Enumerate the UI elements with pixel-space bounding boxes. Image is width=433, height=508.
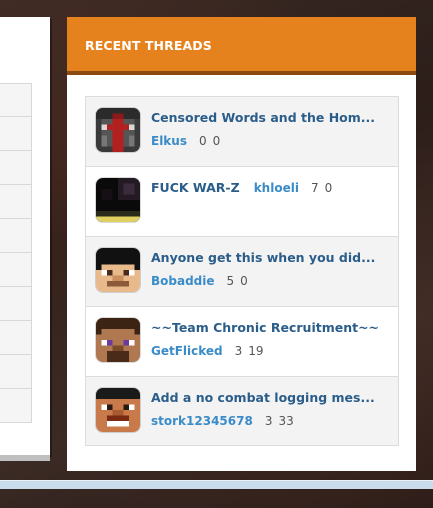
reply-count: 3 [264, 414, 273, 428]
avatar[interactable] [96, 388, 140, 432]
widget-title: RECENT THREADS [85, 38, 212, 53]
author-link[interactable]: khloeli [254, 181, 299, 195]
thread-meta: stork12345678 3 33 [151, 414, 294, 428]
thread-meta: FUCK WAR-Z khloeli 7 0 [151, 180, 332, 195]
reply-count: 7 [310, 181, 319, 195]
panel-footer [0, 455, 50, 461]
avatar[interactable] [96, 178, 140, 222]
content-row[interactable] [0, 287, 32, 321]
thread-title-link[interactable]: Anyone get this when you did... [151, 250, 375, 265]
avatar[interactable] [96, 318, 140, 362]
thread-item: FUCK WAR-Z khloeli 7 0 [86, 167, 398, 237]
content-row[interactable] [0, 117, 32, 151]
main-content-panel [0, 17, 50, 455]
thread-title-link[interactable]: Censored Words and the Hom... [151, 110, 375, 125]
content-row[interactable] [0, 389, 32, 423]
widget-header: RECENT THREADS [67, 17, 416, 75]
thread-title-link[interactable]: ~~Team Chronic Recruitment~~ [151, 320, 379, 335]
view-count: 19 [248, 344, 264, 358]
content-row[interactable] [0, 321, 32, 355]
recent-threads-widget: RECENT THREADS Censored Words and the Ho… [67, 17, 416, 471]
author-link[interactable]: stork12345678 [151, 414, 253, 428]
content-rows [0, 83, 32, 423]
content-row[interactable] [0, 83, 32, 117]
content-row[interactable] [0, 355, 32, 389]
thread-title-link[interactable]: FUCK WAR-Z [151, 180, 240, 195]
reply-count: 0 [198, 134, 207, 148]
avatar-image [96, 248, 140, 292]
content-row[interactable] [0, 253, 32, 287]
footer-strip [0, 480, 433, 489]
thread-title-link[interactable]: Add a no combat logging mes... [151, 390, 375, 405]
avatar[interactable] [96, 108, 140, 152]
content-row[interactable] [0, 151, 32, 185]
author-link[interactable]: Bobaddie [151, 274, 215, 288]
avatar-image [96, 318, 140, 362]
thread-list: Censored Words and the Hom... Elkus 0 0 FU… [85, 96, 399, 446]
thread-meta: Elkus 0 0 [151, 134, 220, 148]
thread-item: Add a no combat logging mes... stork1234… [86, 377, 398, 445]
content-row[interactable] [0, 219, 32, 253]
author-link[interactable]: GetFlicked [151, 344, 223, 358]
view-count: 0 [212, 134, 221, 148]
avatar-image [96, 178, 140, 222]
thread-item: Censored Words and the Hom... Elkus 0 0 [86, 97, 398, 167]
thread-meta: Bobaddie 5 0 [151, 274, 248, 288]
content-row[interactable] [0, 185, 32, 219]
avatar-image [96, 108, 140, 152]
avatar[interactable] [96, 248, 140, 292]
reply-count: 5 [226, 274, 235, 288]
thread-item: Anyone get this when you did... Bobaddie… [86, 237, 398, 307]
avatar-image [96, 388, 140, 432]
view-count: 33 [278, 414, 294, 428]
author-link[interactable]: Elkus [151, 134, 187, 148]
thread-item: ~~Team Chronic Recruitment~~ GetFlicked 3… [86, 307, 398, 377]
view-count: 0 [324, 181, 333, 195]
reply-count: 3 [234, 344, 243, 358]
thread-meta: GetFlicked 3 19 [151, 344, 264, 358]
view-count: 0 [240, 274, 248, 288]
